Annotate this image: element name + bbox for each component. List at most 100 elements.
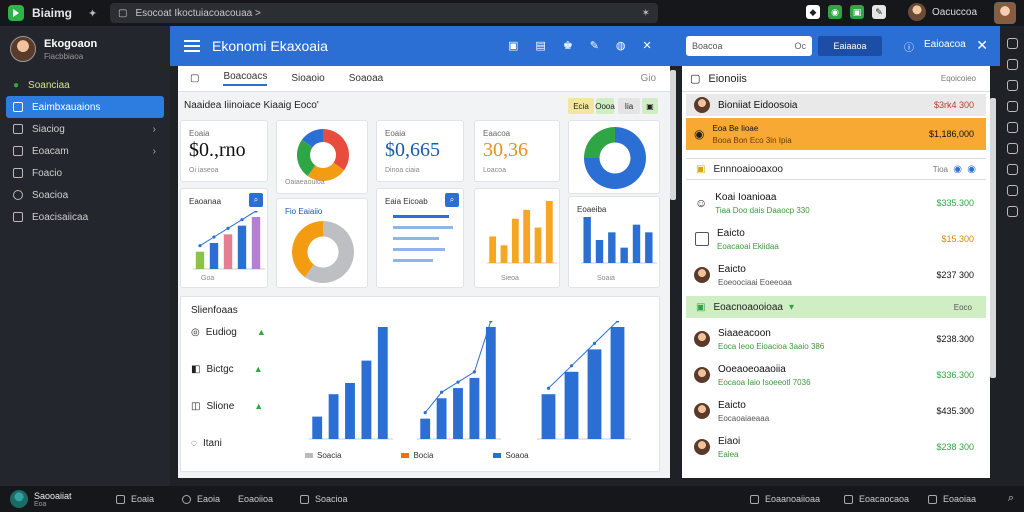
info-icon[interactable]: ◉ <box>967 164 976 175</box>
bottom-item-label: Eaoia <box>197 494 221 504</box>
pill-filter[interactable]: Ecia <box>568 98 594 114</box>
stat-card[interactable]: Eoaia $0,665 Dinoa ciaia <box>376 120 464 182</box>
list-item[interactable]: ◎ Eudiog ▲ <box>191 327 266 364</box>
list-icon[interactable] <box>1006 80 1018 91</box>
header-info[interactable]: ⓘ Eaioacoa <box>904 39 966 54</box>
bottom-item[interactable]: Eoaoiioa <box>238 494 273 504</box>
bottom-user[interactable]: Saooaiiat Eoa <box>10 490 72 508</box>
tab-more[interactable]: Gio <box>640 73 656 84</box>
search-input[interactable]: Boacoa Oc <box>686 36 812 56</box>
list-row[interactable]: ☺ Koai Ioanioaa Tiaa Doo dais Daaocp 330… <box>686 186 986 220</box>
bottom-item[interactable]: Eaoia <box>182 494 220 504</box>
section-icon: ▣ <box>696 301 706 313</box>
list-row[interactable]: Eaicto Eocaoaiaeaaa $435.300 <box>686 394 986 428</box>
bottom-item[interactable]: Eoaia <box>116 494 154 504</box>
legend-item: Soaoa <box>493 451 529 460</box>
calendar-icon[interactable] <box>1006 143 1018 154</box>
list-row[interactable]: ◉ Eoa Be Iioae Booa Bon Eco 3in Ipia $1,… <box>686 118 986 150</box>
url-bar[interactable]: ▢ Esocoat Ikoctuiacoacouaa > ✶ <box>110 3 658 23</box>
list-row[interactable]: Eaicto Eoacaoai Ekiidaa $15.300 <box>686 222 986 256</box>
bottom-item-label: Eoacaocaoa <box>859 494 910 504</box>
chart-card[interactable]: Eaoanaa ⌕ Goa <box>180 188 268 288</box>
search-icon[interactable]: ⌕ <box>1008 492 1014 505</box>
warning-icon: ◉ <box>694 127 705 141</box>
pen-icon[interactable]: ✎ <box>590 39 599 52</box>
tab-stats[interactable]: Sioaoio <box>291 73 324 84</box>
list-row[interactable]: Ooeaoeoaaoiia Eocaoa Iaio Isoeeotl 7036 … <box>686 358 986 392</box>
content-scrollbar[interactable] <box>670 70 676 200</box>
bottom-item[interactable]: Eoaoiaa <box>928 494 976 504</box>
list-row[interactable]: Bioniiat Eidoosoia $3rk4 300 <box>686 94 986 116</box>
chart-footer: Sieoa <box>501 275 519 282</box>
tab-sources[interactable]: Soaoaa <box>349 73 383 84</box>
menu-icon[interactable] <box>184 40 200 52</box>
stat-card[interactable]: Eaacoa 30,36 Loacoa <box>474 120 560 182</box>
sidebar-item-folio[interactable]: Foacio <box>6 162 164 184</box>
stat-card[interactable]: Eoaia $0.,rno Oi iaseoa <box>180 120 268 182</box>
edit-icon[interactable] <box>1006 164 1018 175</box>
pill-filter[interactable]: Iia <box>618 98 640 114</box>
pill-toggle[interactable]: ▣ <box>642 98 658 114</box>
chart-card[interactable]: Fio Eaiaiio <box>276 198 368 288</box>
section-icon: ▣ <box>696 163 706 175</box>
row-sub: Eoca Ieoo Eioacioa 3aaio 386 <box>718 341 825 351</box>
bottom-item[interactable]: Eoaanoaiioaa <box>750 494 820 504</box>
chart-card[interactable]: Oaiaeaouioa <box>276 120 368 194</box>
list-row[interactable]: Siaaeacoon Eoca Ieoo Eioacioa 3aaio 386 … <box>686 322 986 356</box>
edit-icon[interactable]: ✎ <box>872 5 886 19</box>
like-icon[interactable]: ♚ <box>563 39 573 52</box>
settings-icon[interactable] <box>1006 101 1018 112</box>
shield-icon[interactable]: ◍ <box>616 39 626 52</box>
close-icon[interactable]: ✕ <box>643 39 652 52</box>
info-icon[interactable]: ◉ <box>953 164 962 175</box>
mail-icon[interactable] <box>1006 122 1018 133</box>
chart-card[interactable]: Eoaeiba Soaia <box>568 196 660 288</box>
sidebar-item-reports[interactable]: Eoacam › <box>6 140 164 162</box>
history-icon[interactable] <box>1006 59 1018 70</box>
chat-icon[interactable]: ▣ <box>850 5 864 19</box>
app-logo-icon[interactable] <box>8 5 24 21</box>
bookmark-icon[interactable] <box>1006 38 1018 49</box>
save-icon[interactable]: ▣ <box>508 39 518 52</box>
list-row[interactable]: Eaicto Eoeoociaai Eoeeoaa $237 300 <box>686 258 986 292</box>
home-icon <box>116 494 125 504</box>
chevron-down-icon[interactable]: ▾ <box>789 302 794 313</box>
close-icon[interactable]: ✕ <box>976 37 988 54</box>
pill-filter[interactable]: Oooa <box>595 98 615 114</box>
sidebar-item-extras[interactable]: Eoacisaiicaa <box>6 206 164 228</box>
bar <box>620 247 628 263</box>
profile-avatar[interactable] <box>994 2 1016 24</box>
list-item[interactable]: ◫ Slione ▲ <box>191 401 266 438</box>
share-icon[interactable] <box>1006 185 1018 196</box>
info-label: Eaioacoa <box>924 39 966 50</box>
list-item[interactable]: ◌ Itani <box>191 438 266 475</box>
bottom-item[interactable]: Soacioa <box>300 494 348 504</box>
header-button[interactable]: Eaiaaoa <box>818 36 882 56</box>
row-name: Siaaeacoon <box>718 327 771 339</box>
shield-icon[interactable]: ◆ <box>806 5 820 19</box>
message-icon[interactable]: ◉ <box>828 5 842 19</box>
sidebar-item-social[interactable]: Soacioa <box>6 184 164 206</box>
tab-overview[interactable]: Boacoacs <box>223 71 268 86</box>
bottom-item[interactable]: Eoacaocaoa <box>844 494 909 504</box>
sidebar-item-explorations[interactable]: Eaimbxauaions <box>6 96 164 118</box>
sidebar-item-label: Siaciog <box>32 123 65 135</box>
expand-icon[interactable]: ⌕ <box>445 193 459 207</box>
help-icon[interactable] <box>1006 206 1018 217</box>
sidebar-item-home[interactable]: ● Soanciaa <box>6 74 164 96</box>
right-panel-action[interactable]: Eqoicoieo <box>941 74 976 83</box>
sidebar-user[interactable]: Ekogoaon Fiacbbiaoa <box>0 26 170 70</box>
pin-icon[interactable]: ✶ <box>642 8 650 19</box>
right-panel-scrollbar[interactable] <box>990 98 996 378</box>
sidebar-item-settings[interactable]: Siaciog › <box>6 118 164 140</box>
expand-icon[interactable]: ⌕ <box>249 193 263 207</box>
gear-icon[interactable]: ✦ <box>88 7 97 20</box>
chart-card[interactable] <box>568 120 660 194</box>
layers-icon[interactable]: ▤ <box>535 39 545 52</box>
list-row[interactable]: Eiaoi Eaiea $238 300 <box>686 430 986 464</box>
row-sub: Eoacaoai Ekiidaa <box>717 241 779 251</box>
list-item[interactable]: ◧ Bictgc ▲ <box>191 364 266 401</box>
chart-card[interactable]: Sieoa <box>474 188 560 288</box>
chart-card[interactable]: Eaia Eicoab ⌕ <box>376 188 464 288</box>
top-user[interactable]: Oacuccoa <box>908 3 977 21</box>
